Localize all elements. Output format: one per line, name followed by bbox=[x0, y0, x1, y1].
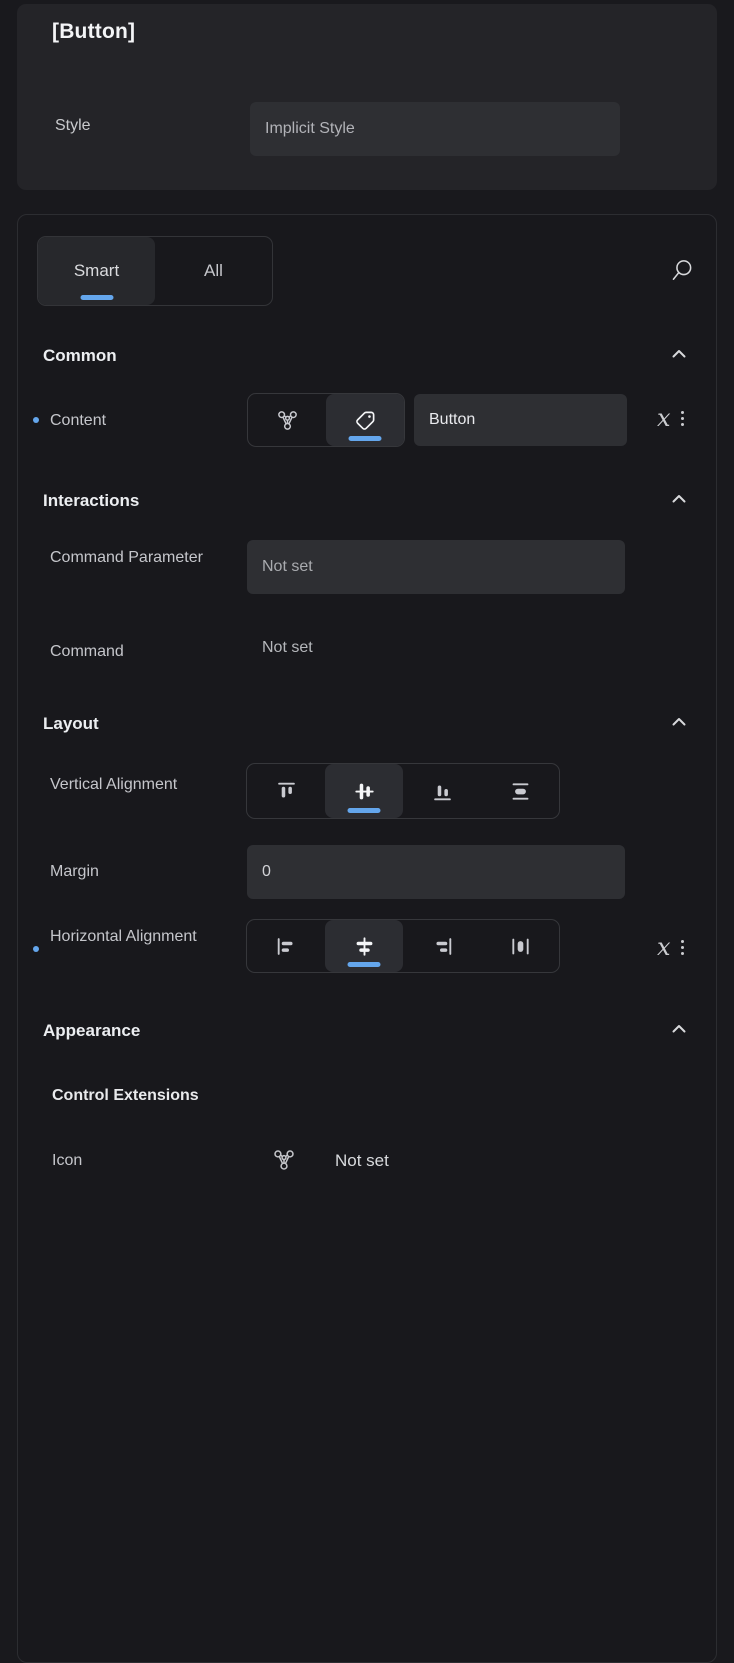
search-icon bbox=[667, 256, 696, 285]
style-label: Style bbox=[55, 117, 91, 135]
markup-extension-icon: x bbox=[657, 933, 671, 961]
segment-selected-indicator bbox=[348, 808, 381, 813]
section-title-interactions: Interactions bbox=[43, 491, 139, 511]
vertical-alignment-label: Vertical Alignment bbox=[50, 771, 210, 798]
segment-selected-indicator bbox=[348, 962, 381, 967]
margin-input[interactable] bbox=[247, 845, 625, 899]
collapse-interactions-button[interactable] bbox=[668, 488, 690, 510]
align-top-icon bbox=[274, 779, 299, 804]
align-bottom-icon bbox=[430, 779, 455, 804]
ellipsis-icon bbox=[681, 411, 684, 414]
command-label: Command bbox=[50, 638, 210, 665]
tab-selected-indicator bbox=[80, 295, 113, 300]
content-extra-actions: x bbox=[657, 406, 684, 430]
properties-panel: [Button] Style Smart All Common bbox=[0, 0, 734, 1663]
content-source-toggle bbox=[247, 393, 405, 447]
valign-bottom-button[interactable] bbox=[403, 764, 481, 818]
collapse-common-button[interactable] bbox=[668, 343, 690, 365]
tag-icon bbox=[353, 408, 378, 433]
halign-left-button[interactable] bbox=[247, 920, 325, 972]
content-bind-resource-button[interactable] bbox=[248, 394, 326, 446]
horizontal-alignment-modified-dot bbox=[33, 946, 39, 952]
collapse-appearance-button[interactable] bbox=[668, 1018, 690, 1040]
halign-right-button[interactable] bbox=[403, 920, 481, 972]
style-input[interactable] bbox=[250, 102, 620, 156]
tab-all[interactable]: All bbox=[155, 237, 272, 305]
search-button[interactable] bbox=[667, 256, 696, 285]
command-value[interactable]: Not set bbox=[262, 639, 313, 657]
horizontal-alignment-extra-actions: x bbox=[657, 935, 684, 959]
data-binding-icon bbox=[271, 1147, 297, 1173]
halign-stretch-button[interactable] bbox=[481, 920, 559, 972]
align-right-icon bbox=[430, 934, 455, 959]
content-modified-dot bbox=[33, 417, 39, 423]
tab-smart-label: Smart bbox=[74, 261, 119, 281]
collapse-layout-button[interactable] bbox=[668, 711, 690, 733]
icon-label: Icon bbox=[52, 1147, 212, 1174]
icon-value[interactable]: Not set bbox=[335, 1151, 389, 1171]
command-parameter-input[interactable] bbox=[247, 540, 625, 594]
content-value-input[interactable] bbox=[414, 394, 627, 446]
content-markup-extension-button[interactable]: x bbox=[657, 406, 671, 430]
align-vertical-center-icon bbox=[352, 779, 377, 804]
section-title-appearance: Appearance bbox=[43, 1021, 140, 1041]
command-parameter-label: Command Parameter bbox=[50, 544, 210, 571]
tab-smart[interactable]: Smart bbox=[38, 237, 155, 305]
valign-top-button[interactable] bbox=[247, 764, 325, 818]
content-more-options-button[interactable] bbox=[681, 411, 684, 426]
selection-header-card: [Button] Style bbox=[17, 4, 717, 190]
margin-label: Margin bbox=[50, 858, 210, 885]
align-left-icon bbox=[274, 934, 299, 959]
align-horizontal-center-icon bbox=[352, 934, 377, 959]
valign-center-button[interactable] bbox=[325, 764, 403, 818]
section-title-common: Common bbox=[43, 346, 117, 366]
halign-more-options-button[interactable] bbox=[681, 940, 684, 955]
stretch-vertical-icon bbox=[508, 779, 533, 804]
chevron-up-icon bbox=[668, 488, 690, 510]
horizontal-alignment-toggle bbox=[246, 919, 560, 973]
properties-tab-group: Smart All bbox=[37, 236, 273, 306]
properties-card: Smart All Common Content bbox=[17, 214, 717, 1663]
content-label: Content bbox=[50, 407, 210, 434]
markup-extension-icon: x bbox=[657, 404, 671, 432]
segment-selected-indicator bbox=[349, 436, 382, 441]
control-extensions-title: Control Extensions bbox=[52, 1087, 199, 1105]
chevron-up-icon bbox=[668, 343, 690, 365]
chevron-up-icon bbox=[668, 711, 690, 733]
stretch-horizontal-icon bbox=[508, 934, 533, 959]
icon-bind-resource-button[interactable] bbox=[271, 1147, 297, 1173]
content-literal-value-button[interactable] bbox=[326, 394, 404, 446]
valign-stretch-button[interactable] bbox=[481, 764, 559, 818]
ellipsis-icon bbox=[681, 940, 684, 943]
tab-all-label: All bbox=[204, 261, 223, 281]
data-binding-icon bbox=[275, 408, 300, 433]
vertical-alignment-toggle bbox=[246, 763, 560, 819]
section-title-layout: Layout bbox=[43, 714, 99, 734]
halign-markup-extension-button[interactable]: x bbox=[657, 935, 671, 959]
halign-center-button[interactable] bbox=[325, 920, 403, 972]
chevron-up-icon bbox=[668, 1018, 690, 1040]
selected-element-title: [Button] bbox=[52, 20, 135, 44]
horizontal-alignment-label: Horizontal Alignment bbox=[50, 923, 210, 950]
